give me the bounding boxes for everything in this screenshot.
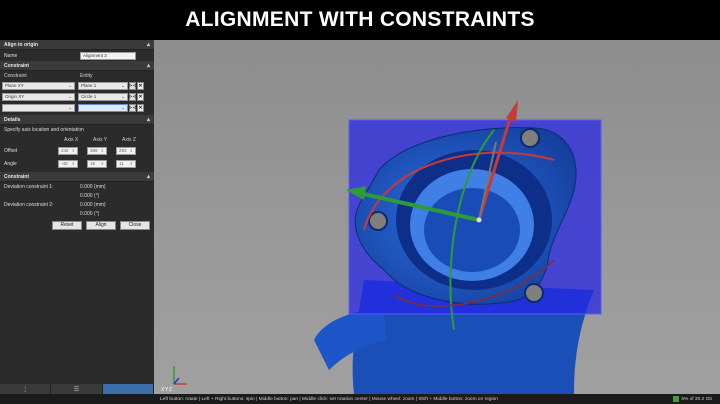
- action-buttons: Reset Align Close: [0, 218, 154, 232]
- deviation-2-label: Deviation constraint 2:: [4, 201, 54, 208]
- deviation-2-deg: 0.000 (°): [80, 210, 100, 217]
- constraint-row: Plane XY ⌄ Plane 1 ⌄ ⊳⊲ ✕: [0, 80, 154, 91]
- axis-x-header: Axis X: [64, 136, 79, 143]
- constraint-select[interactable]: Plane XY ⌄: [2, 81, 75, 90]
- close-button[interactable]: Close: [120, 220, 150, 230]
- chevron-down-icon: ⌄: [68, 93, 72, 99]
- axis-y-header: Axis Y: [93, 136, 108, 143]
- video-title: ALIGNMENT WITH CONSTRAINTS: [185, 8, 535, 31]
- axis-headers: Axis X Axis Y Axis Z: [0, 135, 154, 144]
- deviation-2-mm: 0.000 (mm): [80, 201, 106, 208]
- details-hint: Specify axis location and orientation: [4, 127, 84, 133]
- offset-row: Offset 242 ⇕ 389 ⇕ 283 ⇕: [0, 144, 154, 157]
- constraint-section-header[interactable]: Constraint ▴: [0, 61, 154, 71]
- bolt-hole: [368, 211, 388, 231]
- status-bar: Left button: rotate | Left + Right butto…: [0, 394, 720, 404]
- panel-title: Align to origin: [4, 41, 38, 48]
- application-window: Align to origin ▴ Name Alignment 3 Const…: [0, 40, 720, 404]
- collapse-icon[interactable]: ▴: [147, 173, 150, 180]
- bolt-hole: [520, 128, 540, 148]
- chevron-down-icon: ⌄: [68, 82, 72, 88]
- angle-label: Angle: [4, 160, 17, 167]
- constraint-column-headers: Constraint Entity: [0, 71, 154, 80]
- deviation-1-label: Deviation constraint 1:: [4, 183, 54, 190]
- collapse-icon[interactable]: ▴: [147, 41, 150, 48]
- memory-indicator: 5% of 30.2 Gb: [673, 396, 712, 402]
- col-constraint-header: Constraint: [4, 72, 27, 79]
- chevron-down-icon: ⌄: [121, 104, 125, 110]
- properties-tab-icon[interactable]: [102, 384, 154, 394]
- entity-select[interactable]: ⌄: [78, 103, 128, 112]
- flip-button[interactable]: ⊳⊲: [128, 103, 137, 112]
- constraint-select[interactable]: Origin XY ⌄: [2, 92, 75, 101]
- chevron-down-icon: ⌄: [121, 93, 125, 99]
- status-section-header[interactable]: Constraint ▴: [0, 172, 154, 182]
- remove-constraint-button[interactable]: ✕: [137, 81, 144, 90]
- viewport-scene[interactable]: X Y Z: [154, 40, 720, 394]
- align-panel: Align to origin ▴ Name Alignment 3 Const…: [0, 40, 154, 394]
- angle-row: Angle -40 ⇕ 18 ⇕ 11 ⇕: [0, 157, 154, 170]
- memory-bar-icon: [673, 396, 680, 402]
- triad-z-label: Z: [169, 387, 172, 393]
- bolt-hole: [524, 283, 544, 303]
- remove-constraint-button[interactable]: ✕: [137, 103, 144, 112]
- deviation-1-row: Deviation constraint 1: 0.000 (mm): [0, 182, 154, 191]
- details-hint-row: Specify axis location and orientation: [0, 125, 154, 135]
- col-entity-header: Entity: [80, 72, 93, 79]
- offset-y-input[interactable]: 389 ⇕: [87, 146, 107, 155]
- constraint-row: Origin XY ⌄ Circle 1 ⌄ ⊳⊲ ✕: [0, 91, 154, 102]
- align-button[interactable]: Align: [86, 220, 116, 230]
- axis-z-header: Axis Z: [122, 136, 136, 143]
- collapse-icon[interactable]: ▴: [147, 62, 150, 69]
- flip-button[interactable]: ⊳⊲: [128, 92, 137, 101]
- deviation-1-deg-row: 0.000 (°): [0, 191, 154, 200]
- remove-constraint-button[interactable]: ✕: [137, 92, 144, 101]
- panel-footer-tabs: ⋮ ☰: [0, 384, 154, 394]
- mouse-hint: Left button: rotate | Left + Right butto…: [160, 396, 498, 402]
- axis-red-arrow-icon[interactable]: [506, 100, 518, 122]
- name-row: Name Alignment 3: [0, 50, 154, 61]
- details-section-title: Details: [4, 116, 21, 123]
- tree-tab-icon[interactable]: ⋮: [0, 384, 52, 394]
- origin-point[interactable]: [476, 217, 482, 223]
- deviation-2-deg-row: 0.000 (°): [0, 209, 154, 218]
- status-section-title: Constraint: [4, 173, 29, 180]
- angle-x-input[interactable]: -40 ⇕: [58, 159, 78, 168]
- offset-label: Offset: [4, 147, 18, 154]
- reset-button[interactable]: Reset: [52, 220, 82, 230]
- details-section-header[interactable]: Details ▴: [0, 115, 154, 125]
- constraint-select[interactable]: ⌄: [2, 103, 75, 112]
- deviation-1-deg: 0.000 (°): [80, 192, 100, 199]
- offset-z-input[interactable]: 283 ⇕: [116, 146, 136, 155]
- video-title-banner: ALIGNMENT WITH CONSTRAINTS: [0, 0, 720, 40]
- memory-text: 5% of 30.2 Gb: [681, 396, 712, 402]
- name-input[interactable]: Alignment 3: [80, 51, 136, 60]
- angle-y-input[interactable]: 18 ⇕: [87, 159, 107, 168]
- entity-select[interactable]: Circle 1 ⌄: [78, 92, 128, 101]
- offset-x-input[interactable]: 242 ⇕: [58, 146, 78, 155]
- 3d-viewport[interactable]: X Y Z: [154, 40, 720, 394]
- constraint-section-title: Constraint: [4, 62, 29, 69]
- name-label: Name: [4, 52, 18, 59]
- angle-z-input[interactable]: 11 ⇕: [116, 159, 136, 168]
- part-bore-deep: [424, 188, 520, 272]
- flip-button[interactable]: ⊳⊲: [128, 81, 137, 90]
- deviation-1-mm: 0.000 (mm): [80, 183, 106, 190]
- collapse-icon[interactable]: ▴: [147, 116, 150, 123]
- panel-header[interactable]: Align to origin ▴: [0, 40, 154, 50]
- deviation-2-row: Deviation constraint 2: 0.000 (mm): [0, 200, 154, 209]
- list-tab-icon[interactable]: ☰: [51, 384, 103, 394]
- entity-select[interactable]: Plane 1 ⌄: [78, 81, 128, 90]
- constraint-row: ⌄ ⌄ ⊳⊲ ✕: [0, 102, 154, 113]
- chevron-down-icon: ⌄: [121, 82, 125, 88]
- chevron-down-icon: ⌄: [68, 104, 72, 110]
